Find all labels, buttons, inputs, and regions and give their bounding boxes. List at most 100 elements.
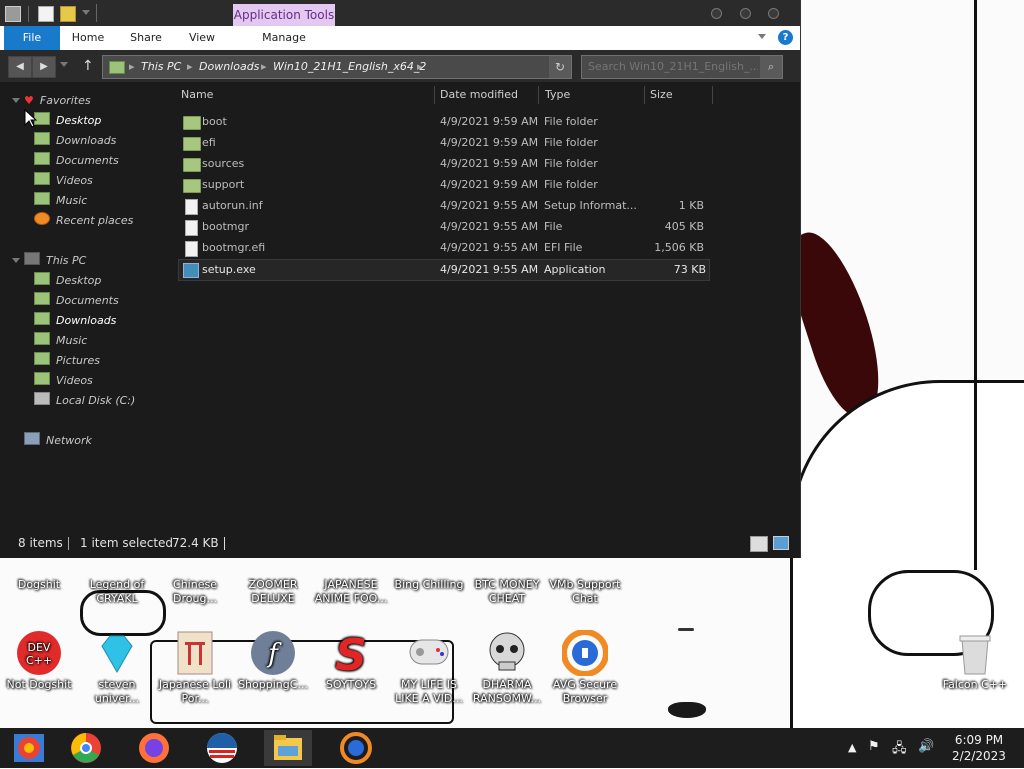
nav-fav-downloads[interactable]: Downloads [34,132,116,150]
nav-pc-local-disk[interactable]: Local Disk (C:) [34,392,135,410]
nav-this-pc[interactable]: This PC [24,252,86,270]
file-row[interactable]: autorun.inf 4/9/2021 9:55 AM Setup Infor… [178,196,708,216]
taskbar-obama-app[interactable] [198,730,246,766]
ribbon-expand-icon[interactable] [758,34,766,39]
search-input[interactable] [588,58,758,74]
crumb-this-pc[interactable]: This PC [141,56,181,78]
show-hidden-icons[interactable]: ▲ [848,741,856,754]
close-button[interactable] [768,8,779,19]
start-button[interactable] [4,730,52,766]
desktop-icon[interactable]: ZOOMER DELUXE [234,578,312,606]
minimize-button[interactable] [711,8,722,19]
help-icon[interactable]: ? [778,30,793,45]
nav-fav-music[interactable]: Music [34,192,87,210]
address-bar[interactable]: ▸ This PC ▸ Downloads ▸ Win10_21H1_Engli… [102,55,572,79]
nav-network[interactable]: Network [24,432,92,450]
window-menu-icon[interactable] [5,6,21,22]
title-bar[interactable]: Application Tools [0,0,800,28]
nav-fav-videos[interactable]: Videos [34,172,93,190]
chevron-icon[interactable]: ▸ [417,56,423,78]
expand-this-pc-icon[interactable] [12,258,20,263]
new-folder-icon[interactable] [60,6,76,22]
volume-icon[interactable]: 🔊 [918,739,934,754]
nav-fav-recent[interactable]: Recent places [34,212,133,230]
desktop-icon-steven[interactable]: steven univer... [78,630,156,706]
taskbar-avg-browser[interactable] [332,730,380,766]
nav-label: Favorites [39,94,91,107]
properties-icon[interactable] [38,6,54,22]
back-button[interactable]: ◀ [8,56,32,78]
file-row[interactable]: sources 4/9/2021 9:59 AM File folder [178,154,708,174]
clock[interactable]: 6:09 PM 2/2/2023 [942,732,1016,764]
nav-fav-desktop[interactable]: Desktop [34,112,101,130]
column-divider[interactable] [538,86,539,104]
recent-locations-icon[interactable] [60,62,68,67]
action-center-flag-icon[interactable]: ⚑ [868,739,880,754]
tab-manage[interactable]: Manage [234,26,334,50]
desktop-icon-dharma[interactable]: DHARMA RANSOMW... [468,630,546,706]
desktop-icon-mylife[interactable]: MY LIFE IS LIKE A VID... [390,630,468,706]
taskbar-firefox[interactable] [130,730,178,766]
desktop-icon-japanese[interactable]: Japanese Loli Por... [156,630,234,706]
file-icon [185,241,198,257]
desktop-icon[interactable]: Legend of CRYAKL [78,578,156,606]
column-divider[interactable] [644,86,645,104]
search-box[interactable]: ⌕ [581,55,783,79]
desktop-icon[interactable]: JAPANESE ANIME FOO... [312,578,390,606]
column-header-date[interactable]: Date modified [440,86,518,104]
desktop-icon-recycle-bin[interactable]: Falcon C++ [936,630,1014,692]
desktop-icon[interactable]: Chinese Droug... [156,578,234,606]
forward-button[interactable]: ▶ [32,56,56,78]
column-divider[interactable] [434,86,435,104]
address-row: ◀ ▶ ↑ ▸ This PC ▸ Downloads ▸ Win10_21H1… [0,50,800,82]
tab-view[interactable]: View [182,26,222,50]
chevron-down-icon[interactable] [82,10,90,15]
recent-places-icon [34,212,50,225]
column-header-name[interactable]: Name [181,86,213,104]
crumb-current-folder[interactable]: Win10_21H1_English_x64_2 [273,56,426,78]
desktop-icon[interactable]: BTC MONEY CHEAT [468,578,546,606]
file-row[interactable]: bootmgr.efi 4/9/2021 9:55 AM EFI File 1,… [178,238,708,258]
file-row[interactable]: support 4/9/2021 9:59 AM File folder [178,175,708,195]
taskbar-chrome[interactable] [62,730,110,766]
column-header-size[interactable]: Size [650,86,673,104]
column-divider[interactable] [712,86,713,104]
refresh-icon[interactable]: ↻ [549,56,571,78]
desktop-icon-soytoys[interactable]: S SOYTOYS [312,630,390,692]
details-view-icon[interactable] [750,536,768,552]
nav-fav-documents[interactable]: Documents [34,152,119,170]
desktop-icon-shopping[interactable]: f ShoppingC... [234,630,312,692]
crumb-downloads[interactable]: Downloads [199,56,259,78]
desktop-icon[interactable]: VMb Support Chat [546,578,624,606]
tab-file[interactable]: File [4,26,60,50]
desktop-icon[interactable]: Dogshit [0,578,78,592]
nav-pc-downloads[interactable]: Downloads [34,312,116,330]
file-row[interactable]: boot 4/9/2021 9:59 AM File folder [178,112,708,132]
wallpaper-dog-nose [668,702,706,718]
desktop-icon[interactable]: Bing Chilling [390,578,468,592]
file-size: 1,506 KB [654,241,704,254]
nav-pc-documents[interactable]: Documents [34,292,119,310]
nav-pc-music[interactable]: Music [34,332,87,350]
nav-favorites[interactable]: ♥ Favorites [24,92,91,110]
up-arrow-icon[interactable]: ↑ [82,56,94,76]
nav-pc-pictures[interactable]: Pictures [34,352,100,370]
maximize-button[interactable] [740,8,751,19]
file-row-selected[interactable]: setup.exe 4/9/2021 9:55 AM Application 7… [178,259,710,281]
taskbar-file-explorer[interactable] [264,730,312,766]
column-header-type[interactable]: Type [545,86,570,104]
desktop-icon-not-dogshit[interactable]: DEV C++ Not Dogshit [0,630,78,692]
file-row[interactable]: bootmgr 4/9/2021 9:55 AM File 405 KB [178,217,708,237]
divider [28,6,29,22]
search-icon[interactable]: ⌕ [760,56,782,78]
expand-favorites-icon[interactable] [12,98,20,103]
tab-home[interactable]: Home [66,26,110,50]
nav-pc-desktop[interactable]: Desktop [34,272,101,290]
large-icons-view-icon[interactable] [773,536,789,550]
nav-pc-videos[interactable]: Videos [34,372,93,390]
network-icon[interactable]: 🖧 [892,739,907,761]
tab-share[interactable]: Share [124,26,168,50]
file-explorer-icon [274,735,302,760]
desktop-icon-avg[interactable]: AVG Secure Browser [546,629,624,706]
file-row[interactable]: efi 4/9/2021 9:59 AM File folder [178,133,708,153]
